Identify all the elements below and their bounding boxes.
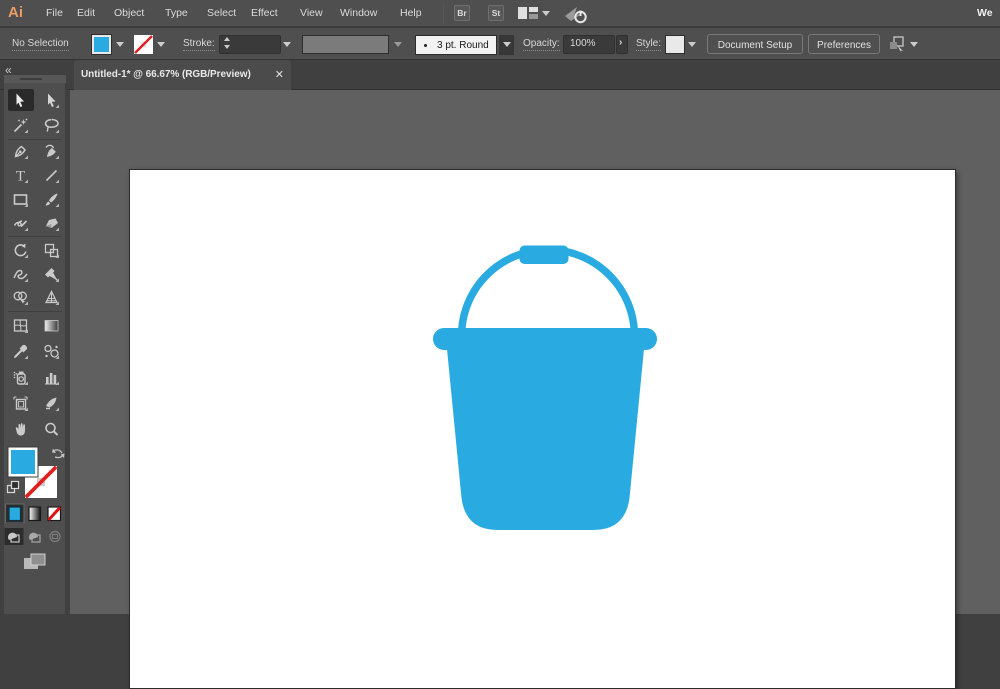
svg-text:T: T (16, 169, 25, 185)
